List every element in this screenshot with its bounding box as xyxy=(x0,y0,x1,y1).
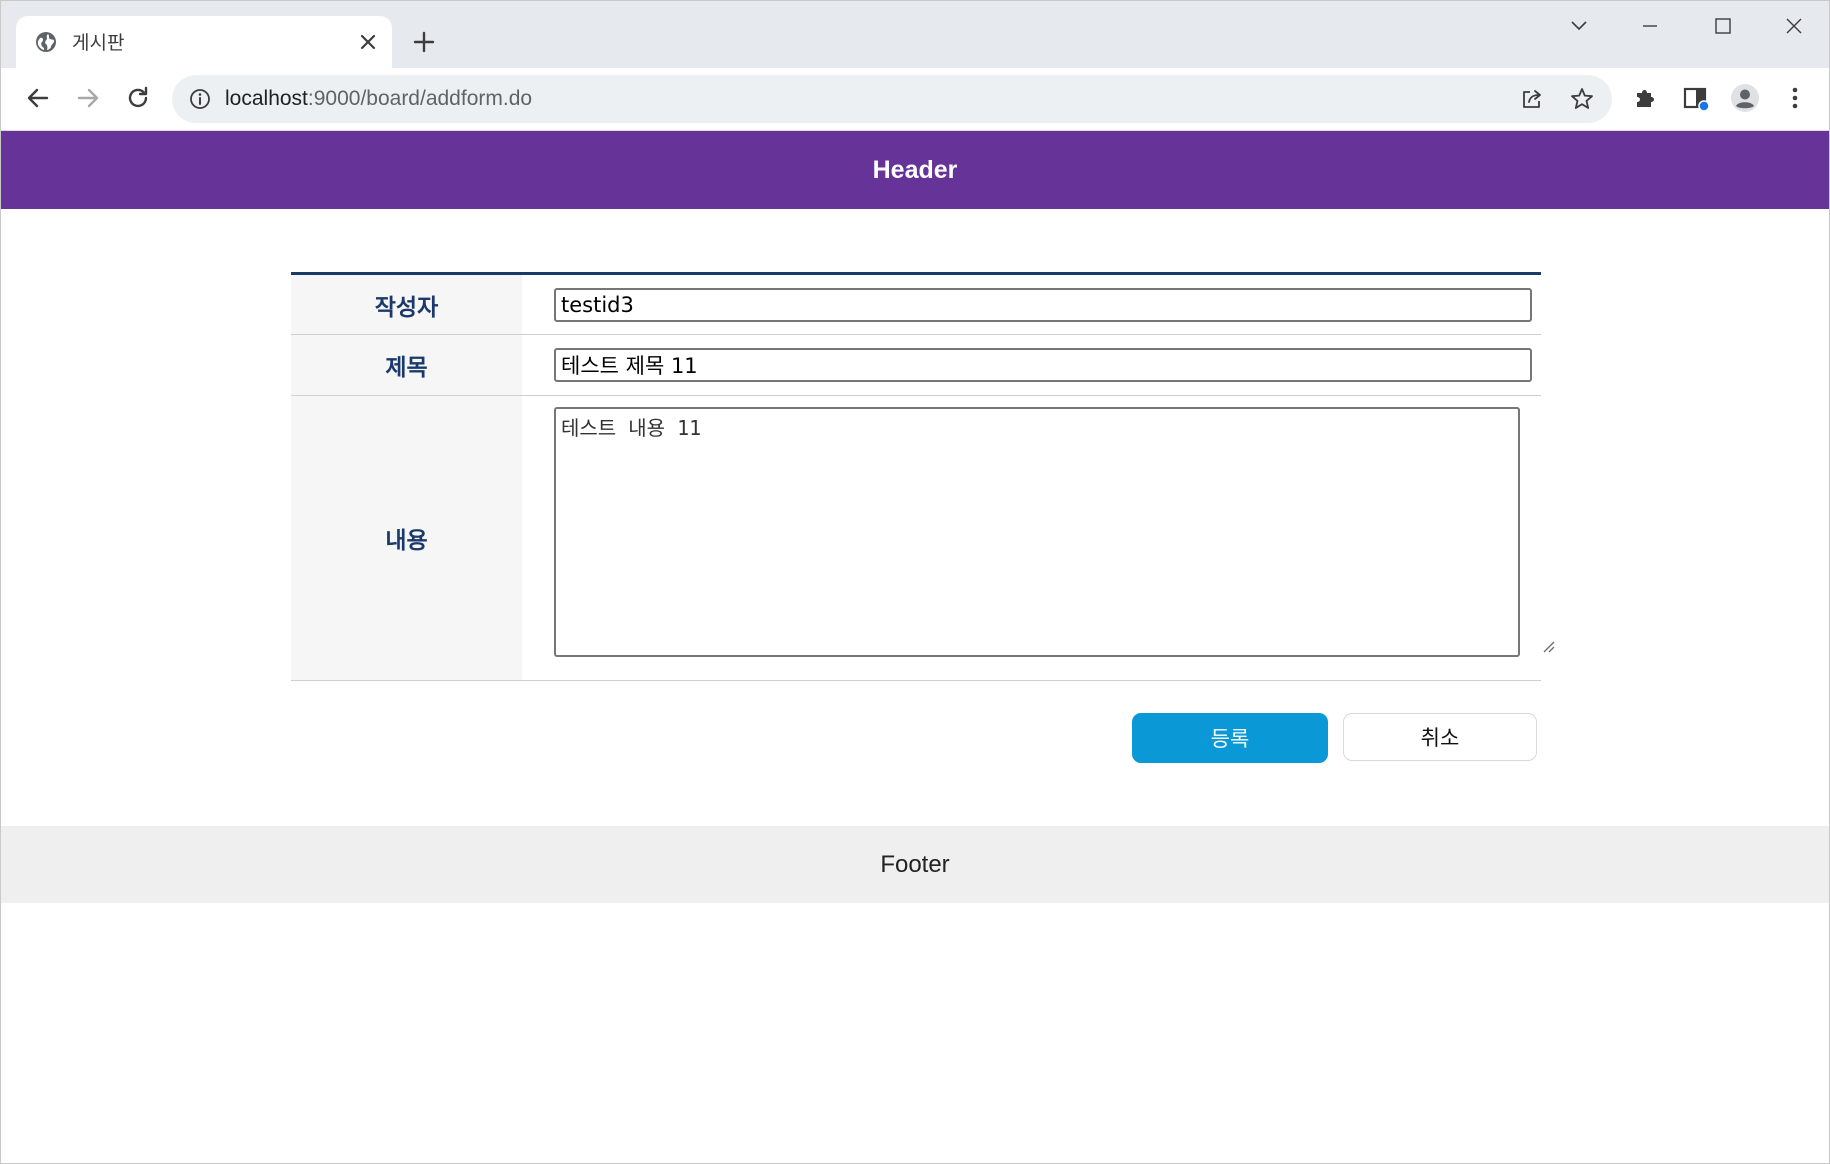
site-footer: Footer xyxy=(1,826,1829,903)
chevron-down-icon[interactable] xyxy=(1555,11,1603,41)
minimize-icon[interactable] xyxy=(1626,11,1674,41)
form-row-content: 내용 테스트 내용 11 xyxy=(291,396,1555,681)
content-textarea[interactable]: 테스트 내용 11 xyxy=(554,407,1520,657)
arrow-right-icon[interactable] xyxy=(71,81,105,115)
tab-title: 게시판 xyxy=(72,32,125,54)
window-close-icon[interactable] xyxy=(1770,11,1818,41)
form-row-title: 제목 xyxy=(291,335,1541,396)
plus-icon[interactable] xyxy=(409,27,439,57)
title-label: 제목 xyxy=(291,335,522,395)
arrow-left-icon[interactable] xyxy=(21,81,55,115)
resize-grip-icon[interactable] xyxy=(1538,636,1556,654)
puzzle-icon[interactable] xyxy=(1628,81,1662,115)
title-input[interactable] xyxy=(554,348,1532,382)
board-form-table: 작성자 제목 내용 테스트 내용 11 xyxy=(291,272,1555,681)
star-icon[interactable] xyxy=(1569,86,1595,112)
close-icon[interactable] xyxy=(357,31,379,53)
address-bar[interactable]: localhost:9000/board/addform.do xyxy=(172,75,1612,123)
url-text[interactable]: localhost:9000/board/addform.do xyxy=(225,87,532,111)
url-path: :9000/board/addform.do xyxy=(307,87,533,110)
writer-label: 작성자 xyxy=(291,275,522,334)
share-icon[interactable] xyxy=(1519,86,1545,112)
browser-tab[interactable]: 게시판 xyxy=(16,16,392,68)
person-icon[interactable] xyxy=(1728,81,1762,115)
url-host: localhost xyxy=(225,87,308,110)
cancel-button[interactable]: 취소 xyxy=(1343,713,1537,761)
submit-button[interactable]: 등록 xyxy=(1132,713,1328,763)
writer-input[interactable] xyxy=(554,288,1532,322)
page-content: Header 작성자 제목 내용 테스트 내용 11 등록 취소 Footer xyxy=(1,131,1829,1163)
tab-strip: 게시판 xyxy=(1,1,1829,68)
browser-toolbar: localhost:9000/board/addform.do xyxy=(1,68,1829,131)
maximize-icon[interactable] xyxy=(1698,11,1746,41)
side-panel-icon[interactable] xyxy=(1678,81,1712,115)
kebab-menu-icon[interactable] xyxy=(1778,81,1812,115)
content-label: 내용 xyxy=(291,396,522,680)
reload-icon[interactable] xyxy=(121,81,155,115)
form-buttons: 등록 취소 xyxy=(1132,713,1542,765)
form-row-writer: 작성자 xyxy=(291,275,1541,335)
browser-window: 게시판 localhost:9000/board/addform.do Head… xyxy=(0,0,1830,1164)
site-header: Header xyxy=(1,131,1829,209)
globe-icon xyxy=(36,32,56,52)
info-icon[interactable] xyxy=(189,88,211,110)
